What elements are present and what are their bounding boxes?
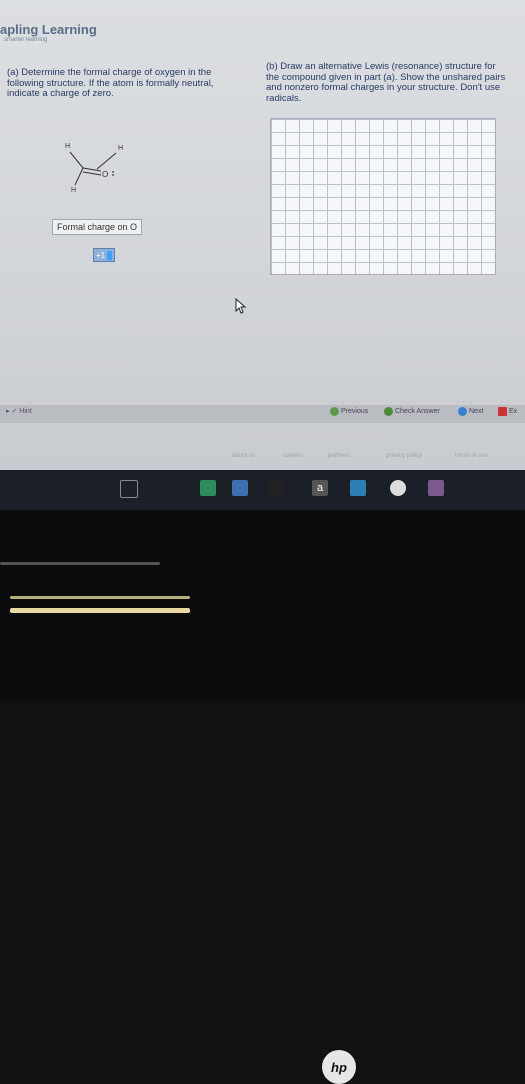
check-answer-label: Check Answer xyxy=(395,408,440,415)
reflection xyxy=(0,562,160,565)
question-b: (b) Draw an alternative Lewis (resonance… xyxy=(266,61,506,104)
app-icon-a[interactable]: a xyxy=(312,480,328,496)
exit-icon xyxy=(498,407,507,416)
footer-about-link[interactable]: about us xyxy=(232,453,255,459)
exit-label: Ex xyxy=(509,408,518,415)
chrome-icon[interactable] xyxy=(390,480,406,496)
exit-button[interactable]: Ex xyxy=(498,407,517,416)
page-footer: about us careers partners privacy policy… xyxy=(0,448,525,468)
laptop-bezel: hp xyxy=(0,510,525,1084)
photos-icon[interactable] xyxy=(268,480,284,496)
footer-terms-link[interactable]: terms of use xyxy=(455,453,488,459)
h-top-left: H xyxy=(65,143,70,150)
hint-arrow-icon: ▸ ✓ xyxy=(6,408,20,415)
hp-logo: hp xyxy=(322,1050,356,1084)
h-bottom: H xyxy=(71,187,76,194)
drawing-canvas[interactable] xyxy=(270,118,496,275)
mail-icon[interactable] xyxy=(350,480,366,496)
formal-charge-value: +1 xyxy=(96,250,106,260)
store-icon[interactable] xyxy=(232,480,248,496)
h-top-right: H xyxy=(118,145,123,152)
footer-careers-link[interactable]: careers xyxy=(283,453,303,459)
browser-screen: apling Learning smarter learning (a) Det… xyxy=(0,0,525,470)
next-label: Next xyxy=(469,408,484,415)
footer-partners-link[interactable]: partners xyxy=(328,453,350,459)
reflection xyxy=(10,608,190,613)
next-icon xyxy=(458,407,467,416)
windows-taskbar: a xyxy=(0,470,525,510)
task-view-icon[interactable] xyxy=(120,480,138,498)
hint-button[interactable]: ▸ ✓ Hint xyxy=(6,407,32,415)
formal-charge-input[interactable]: +1 xyxy=(93,248,115,262)
action-bar: ▸ ✓ Hint Previous Check Answer Next Ex xyxy=(0,405,525,423)
oxygen-atom: O xyxy=(102,170,108,179)
next-button[interactable]: Next xyxy=(458,407,483,416)
check-answer-button[interactable]: Check Answer xyxy=(384,407,440,416)
previous-label: Previous xyxy=(341,408,369,415)
previous-button[interactable]: Previous xyxy=(330,407,368,416)
brand-name: apling Learning xyxy=(0,22,97,37)
reflection xyxy=(10,596,190,599)
question-a: (a) Determine the formal charge of oxyge… xyxy=(7,67,214,99)
hint-label: Hint xyxy=(19,408,32,415)
mouse-pointer-icon xyxy=(235,298,247,314)
previous-icon xyxy=(330,407,339,416)
app-icon-purple[interactable] xyxy=(428,480,444,496)
text-cursor xyxy=(107,250,113,260)
app-icon-green[interactable] xyxy=(200,480,216,496)
check-icon xyxy=(384,407,393,416)
formal-charge-label: Formal charge on O xyxy=(52,219,143,235)
brand-tagline: smarter learning xyxy=(4,37,48,43)
molecule-structure: H H H O xyxy=(65,143,123,194)
footer-privacy-link[interactable]: privacy policy xyxy=(386,453,422,459)
brand-logo: apling Learning smarter learning xyxy=(0,22,97,43)
